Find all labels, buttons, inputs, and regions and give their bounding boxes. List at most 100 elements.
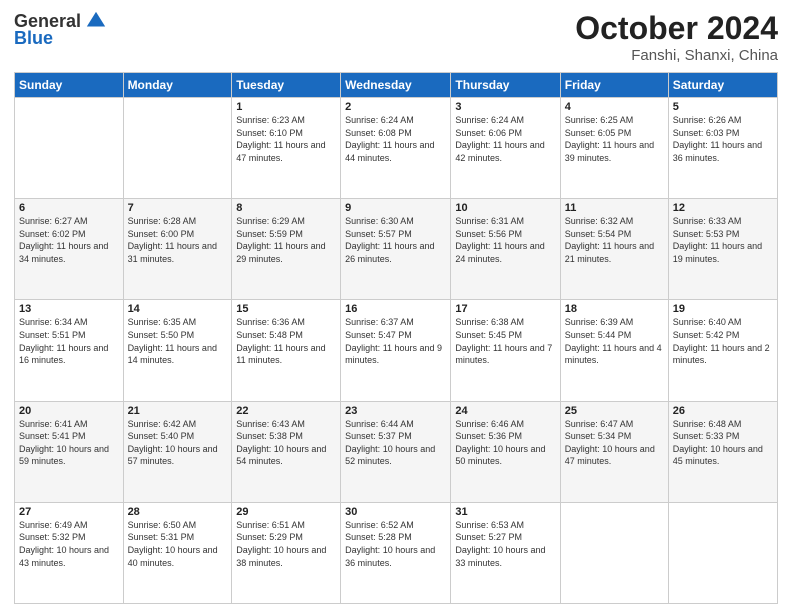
- day-number: 15: [236, 303, 336, 315]
- weekday-header-row: SundayMondayTuesdayWednesdayThursdayFrid…: [15, 73, 778, 98]
- logo-icon: [85, 10, 107, 32]
- day-number: 19: [673, 303, 773, 315]
- day-number: 23: [345, 405, 446, 417]
- day-info: Sunrise: 6:42 AMSunset: 5:40 PMDaylight:…: [128, 418, 228, 468]
- calendar-week-1: 1 Sunrise: 6:23 AMSunset: 6:10 PMDayligh…: [15, 98, 778, 199]
- weekday-header-friday: Friday: [560, 73, 668, 98]
- calendar-cell: 17 Sunrise: 6:38 AMSunset: 5:45 PMDaylig…: [451, 300, 560, 401]
- logo: General Blue: [14, 10, 107, 49]
- weekday-header-thursday: Thursday: [451, 73, 560, 98]
- day-info: Sunrise: 6:23 AMSunset: 6:10 PMDaylight:…: [236, 114, 336, 164]
- calendar-cell: 16 Sunrise: 6:37 AMSunset: 5:47 PMDaylig…: [341, 300, 451, 401]
- calendar-cell: 8 Sunrise: 6:29 AMSunset: 5:59 PMDayligh…: [232, 199, 341, 300]
- day-number: 21: [128, 405, 228, 417]
- calendar-cell: 28 Sunrise: 6:50 AMSunset: 5:31 PMDaylig…: [123, 502, 232, 603]
- calendar-cell: 12 Sunrise: 6:33 AMSunset: 5:53 PMDaylig…: [668, 199, 777, 300]
- calendar-cell: [123, 98, 232, 199]
- day-info: Sunrise: 6:30 AMSunset: 5:57 PMDaylight:…: [345, 215, 446, 265]
- day-info: Sunrise: 6:50 AMSunset: 5:31 PMDaylight:…: [128, 519, 228, 569]
- day-info: Sunrise: 6:40 AMSunset: 5:42 PMDaylight:…: [673, 316, 773, 366]
- day-info: Sunrise: 6:24 AMSunset: 6:06 PMDaylight:…: [455, 114, 555, 164]
- day-number: 22: [236, 405, 336, 417]
- day-number: 12: [673, 202, 773, 214]
- day-info: Sunrise: 6:47 AMSunset: 5:34 PMDaylight:…: [565, 418, 664, 468]
- day-info: Sunrise: 6:36 AMSunset: 5:48 PMDaylight:…: [236, 316, 336, 366]
- day-number: 26: [673, 405, 773, 417]
- calendar-cell: 31 Sunrise: 6:53 AMSunset: 5:27 PMDaylig…: [451, 502, 560, 603]
- calendar-cell: 29 Sunrise: 6:51 AMSunset: 5:29 PMDaylig…: [232, 502, 341, 603]
- day-number: 18: [565, 303, 664, 315]
- day-number: 11: [565, 202, 664, 214]
- title-block: October 2024 Fanshi, Shanxi, China: [575, 10, 778, 64]
- day-number: 4: [565, 101, 664, 113]
- calendar-cell: [668, 502, 777, 603]
- day-number: 3: [455, 101, 555, 113]
- day-info: Sunrise: 6:25 AMSunset: 6:05 PMDaylight:…: [565, 114, 664, 164]
- calendar-cell: 11 Sunrise: 6:32 AMSunset: 5:54 PMDaylig…: [560, 199, 668, 300]
- day-number: 6: [19, 202, 119, 214]
- day-number: 14: [128, 303, 228, 315]
- calendar-cell: 10 Sunrise: 6:31 AMSunset: 5:56 PMDaylig…: [451, 199, 560, 300]
- calendar-cell: 20 Sunrise: 6:41 AMSunset: 5:41 PMDaylig…: [15, 401, 124, 502]
- day-number: 8: [236, 202, 336, 214]
- calendar-cell: 1 Sunrise: 6:23 AMSunset: 6:10 PMDayligh…: [232, 98, 341, 199]
- calendar-week-4: 20 Sunrise: 6:41 AMSunset: 5:41 PMDaylig…: [15, 401, 778, 502]
- day-number: 28: [128, 506, 228, 518]
- day-info: Sunrise: 6:32 AMSunset: 5:54 PMDaylight:…: [565, 215, 664, 265]
- day-number: 9: [345, 202, 446, 214]
- calendar-cell: 5 Sunrise: 6:26 AMSunset: 6:03 PMDayligh…: [668, 98, 777, 199]
- day-number: 20: [19, 405, 119, 417]
- calendar-cell: 27 Sunrise: 6:49 AMSunset: 5:32 PMDaylig…: [15, 502, 124, 603]
- page: General Blue October 2024 Fanshi, Shanxi…: [0, 0, 792, 612]
- day-info: Sunrise: 6:49 AMSunset: 5:32 PMDaylight:…: [19, 519, 119, 569]
- day-number: 1: [236, 101, 336, 113]
- calendar-week-5: 27 Sunrise: 6:49 AMSunset: 5:32 PMDaylig…: [15, 502, 778, 603]
- calendar-cell: 24 Sunrise: 6:46 AMSunset: 5:36 PMDaylig…: [451, 401, 560, 502]
- weekday-header-sunday: Sunday: [15, 73, 124, 98]
- calendar-cell: 9 Sunrise: 6:30 AMSunset: 5:57 PMDayligh…: [341, 199, 451, 300]
- calendar-cell: [560, 502, 668, 603]
- calendar-cell: 21 Sunrise: 6:42 AMSunset: 5:40 PMDaylig…: [123, 401, 232, 502]
- header: General Blue October 2024 Fanshi, Shanxi…: [14, 10, 778, 64]
- calendar-cell: 19 Sunrise: 6:40 AMSunset: 5:42 PMDaylig…: [668, 300, 777, 401]
- day-info: Sunrise: 6:24 AMSunset: 6:08 PMDaylight:…: [345, 114, 446, 164]
- calendar-cell: [15, 98, 124, 199]
- day-number: 2: [345, 101, 446, 113]
- logo-blue: Blue: [14, 28, 53, 49]
- day-info: Sunrise: 6:44 AMSunset: 5:37 PMDaylight:…: [345, 418, 446, 468]
- day-info: Sunrise: 6:53 AMSunset: 5:27 PMDaylight:…: [455, 519, 555, 569]
- weekday-header-tuesday: Tuesday: [232, 73, 341, 98]
- day-info: Sunrise: 6:29 AMSunset: 5:59 PMDaylight:…: [236, 215, 336, 265]
- subtitle: Fanshi, Shanxi, China: [575, 47, 778, 64]
- calendar-week-3: 13 Sunrise: 6:34 AMSunset: 5:51 PMDaylig…: [15, 300, 778, 401]
- day-number: 24: [455, 405, 555, 417]
- day-info: Sunrise: 6:39 AMSunset: 5:44 PMDaylight:…: [565, 316, 664, 366]
- calendar-week-2: 6 Sunrise: 6:27 AMSunset: 6:02 PMDayligh…: [15, 199, 778, 300]
- day-info: Sunrise: 6:26 AMSunset: 6:03 PMDaylight:…: [673, 114, 773, 164]
- day-info: Sunrise: 6:46 AMSunset: 5:36 PMDaylight:…: [455, 418, 555, 468]
- calendar-cell: 6 Sunrise: 6:27 AMSunset: 6:02 PMDayligh…: [15, 199, 124, 300]
- calendar-cell: 18 Sunrise: 6:39 AMSunset: 5:44 PMDaylig…: [560, 300, 668, 401]
- day-number: 7: [128, 202, 228, 214]
- calendar-cell: 14 Sunrise: 6:35 AMSunset: 5:50 PMDaylig…: [123, 300, 232, 401]
- calendar-cell: 13 Sunrise: 6:34 AMSunset: 5:51 PMDaylig…: [15, 300, 124, 401]
- day-number: 13: [19, 303, 119, 315]
- calendar-cell: 30 Sunrise: 6:52 AMSunset: 5:28 PMDaylig…: [341, 502, 451, 603]
- day-number: 17: [455, 303, 555, 315]
- day-info: Sunrise: 6:38 AMSunset: 5:45 PMDaylight:…: [455, 316, 555, 366]
- weekday-header-wednesday: Wednesday: [341, 73, 451, 98]
- calendar-cell: 23 Sunrise: 6:44 AMSunset: 5:37 PMDaylig…: [341, 401, 451, 502]
- calendar-cell: 3 Sunrise: 6:24 AMSunset: 6:06 PMDayligh…: [451, 98, 560, 199]
- day-info: Sunrise: 6:51 AMSunset: 5:29 PMDaylight:…: [236, 519, 336, 569]
- day-number: 30: [345, 506, 446, 518]
- day-number: 16: [345, 303, 446, 315]
- day-info: Sunrise: 6:41 AMSunset: 5:41 PMDaylight:…: [19, 418, 119, 468]
- weekday-header-monday: Monday: [123, 73, 232, 98]
- calendar-cell: 7 Sunrise: 6:28 AMSunset: 6:00 PMDayligh…: [123, 199, 232, 300]
- day-number: 5: [673, 101, 773, 113]
- calendar-cell: 25 Sunrise: 6:47 AMSunset: 5:34 PMDaylig…: [560, 401, 668, 502]
- day-info: Sunrise: 6:48 AMSunset: 5:33 PMDaylight:…: [673, 418, 773, 468]
- calendar-table: SundayMondayTuesdayWednesdayThursdayFrid…: [14, 72, 778, 604]
- calendar-cell: 26 Sunrise: 6:48 AMSunset: 5:33 PMDaylig…: [668, 401, 777, 502]
- day-number: 25: [565, 405, 664, 417]
